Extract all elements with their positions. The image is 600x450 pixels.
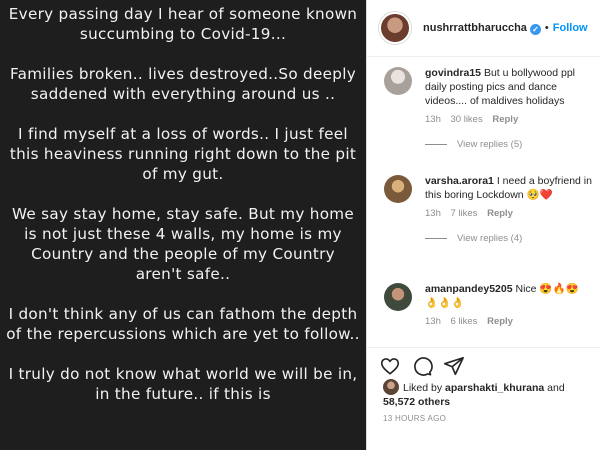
header-separator: • (544, 22, 549, 34)
comment-icon[interactable] (411, 355, 433, 377)
comment-reply-button[interactable]: Reply (492, 114, 518, 125)
post-side-panel: nushrrattbharuccha ✓ • Follow govindra15 … (366, 0, 600, 450)
comment-item: amanpandey5205 Nice 😍🔥😍 👌👌👌 13h 6 likes … (367, 273, 600, 347)
author-username-text[interactable]: nushrrattbharuccha (423, 22, 527, 34)
share-icon[interactable] (443, 355, 465, 377)
comment-time[interactable]: 13h (425, 114, 441, 125)
comment-reply-button[interactable]: Reply (487, 208, 513, 219)
heart-icon[interactable] (379, 355, 401, 377)
view-replies-label[interactable]: View replies (4) (457, 233, 522, 244)
post-image: Every passing day I hear of someone know… (0, 0, 366, 450)
comment-meta: 13h 7 likes Reply (425, 208, 592, 219)
post-text-paragraph: Every passing day I hear of someone know… (8, 5, 358, 43)
commenter-avatar[interactable] (384, 67, 412, 95)
verified-badge-icon: ✓ (529, 23, 541, 35)
post-text-paragraph: We say stay home, stay safe. But my home… (11, 205, 355, 283)
comment-meta: 13h 30 likes Reply (425, 114, 592, 125)
comment-time[interactable]: 13h (425, 316, 441, 327)
commenter-avatar[interactable] (384, 283, 412, 311)
post-header: nushrrattbharuccha ✓ • Follow (367, 0, 600, 57)
view-replies-button[interactable]: View replies (5) (425, 139, 592, 150)
comment-body: varsha.arora1 I need a boyfriend in this… (425, 165, 592, 202)
comment-meta: 13h 6 likes Reply (425, 316, 592, 327)
comment-username[interactable]: amanpandey5205 (425, 283, 513, 295)
comment-username[interactable]: govindra15 (425, 67, 481, 79)
likes-prefix: Liked by (403, 382, 443, 394)
view-replies-line (425, 238, 447, 239)
follow-button[interactable]: Follow (553, 22, 588, 34)
view-replies-button[interactable]: View replies (4) (425, 233, 592, 244)
view-replies-label[interactable]: View replies (5) (457, 139, 522, 150)
likes-others-count[interactable]: 58,572 others (383, 396, 450, 408)
commenter-avatar[interactable] (384, 175, 412, 203)
comments-list: govindra15 But u bollywood ppl daily pos… (367, 57, 600, 347)
post-timestamp[interactable]: 13 HOURS AGO (383, 414, 446, 423)
comment-likes[interactable]: 7 likes (451, 208, 478, 219)
comment-item: govindra15 But u bollywood ppl daily pos… (367, 57, 600, 165)
likes-connector: and (547, 382, 565, 394)
likes-summary: Liked by aparshakti_khurana and 58,572 o… (383, 379, 592, 409)
liker-avatar[interactable] (383, 379, 399, 395)
post-text-paragraph: Families broken.. lives destroyed..So de… (9, 65, 357, 103)
author-username[interactable]: nushrrattbharuccha ✓ (423, 22, 541, 35)
author-avatar[interactable] (379, 12, 411, 44)
comment-body: amanpandey5205 Nice 😍🔥😍 👌👌👌 (425, 273, 592, 310)
comment-likes[interactable]: 30 likes (451, 114, 483, 125)
comment-username[interactable]: varsha.arora1 (425, 175, 494, 187)
comment-item: varsha.arora1 I need a boyfriend in this… (367, 165, 600, 273)
comment-reply-button[interactable]: Reply (487, 316, 513, 327)
post-text-paragraph: I don't think any of us can fathom the d… (6, 305, 360, 343)
comment-body: govindra15 But u bollywood ppl daily pos… (425, 57, 592, 108)
liker-username[interactable]: aparshakti_khurana (445, 382, 544, 394)
post-actions-bar (367, 347, 600, 383)
post-text-paragraph: I truly do not know what world we will b… (8, 365, 358, 403)
post-text-paragraph: I find myself at a loss of words.. I jus… (9, 125, 357, 183)
comment-time[interactable]: 13h (425, 208, 441, 219)
view-replies-line (425, 144, 447, 145)
comment-likes[interactable]: 6 likes (451, 316, 478, 327)
